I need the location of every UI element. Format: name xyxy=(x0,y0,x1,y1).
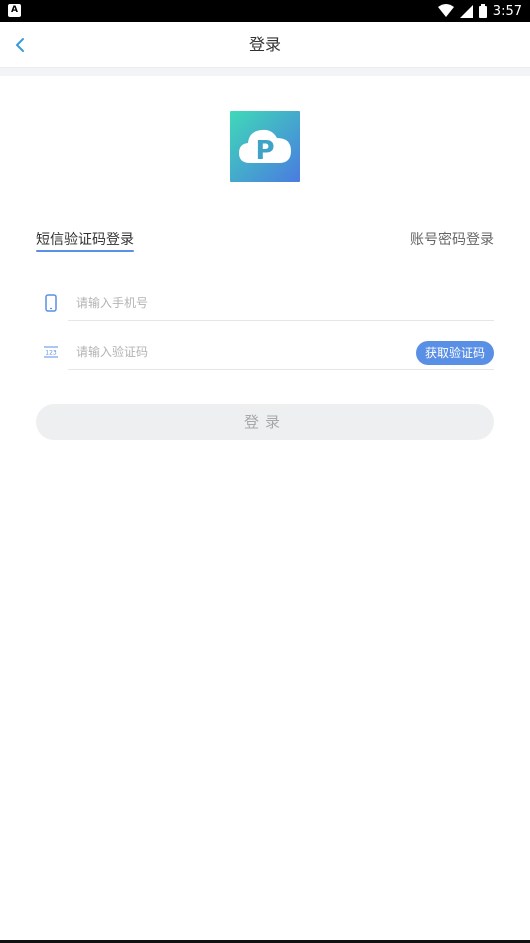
tab-password-login[interactable]: 账号密码登录 xyxy=(410,229,494,249)
wifi-icon xyxy=(437,4,454,17)
svg-text:P: P xyxy=(255,136,274,166)
phone-input[interactable] xyxy=(68,285,494,321)
app-logo: P xyxy=(230,111,300,182)
page-title: 登录 xyxy=(248,35,281,54)
phone-field xyxy=(36,285,494,321)
status-bar: A 3:57 xyxy=(0,0,530,22)
header-divider xyxy=(0,68,530,76)
code-field: 123 获取验证码 xyxy=(36,334,494,370)
login-button[interactable]: 登录 xyxy=(36,404,494,440)
notification-icon: A xyxy=(8,4,21,17)
battery-icon xyxy=(478,4,487,18)
verification-code-icon: 123 xyxy=(36,340,66,364)
get-code-button[interactable]: 获取验证码 xyxy=(415,341,494,365)
status-icons: 3:57 xyxy=(437,2,522,20)
signal-icon xyxy=(459,4,473,18)
nav-bar: 登录 xyxy=(0,22,530,68)
cloud-parking-logo-icon: P xyxy=(230,111,300,182)
svg-text:123: 123 xyxy=(45,350,57,357)
phone-icon xyxy=(36,291,66,315)
status-time: 3:57 xyxy=(492,3,522,19)
active-tab-indicator xyxy=(36,250,134,252)
tab-sms-login[interactable]: 短信验证码登录 xyxy=(36,229,134,249)
